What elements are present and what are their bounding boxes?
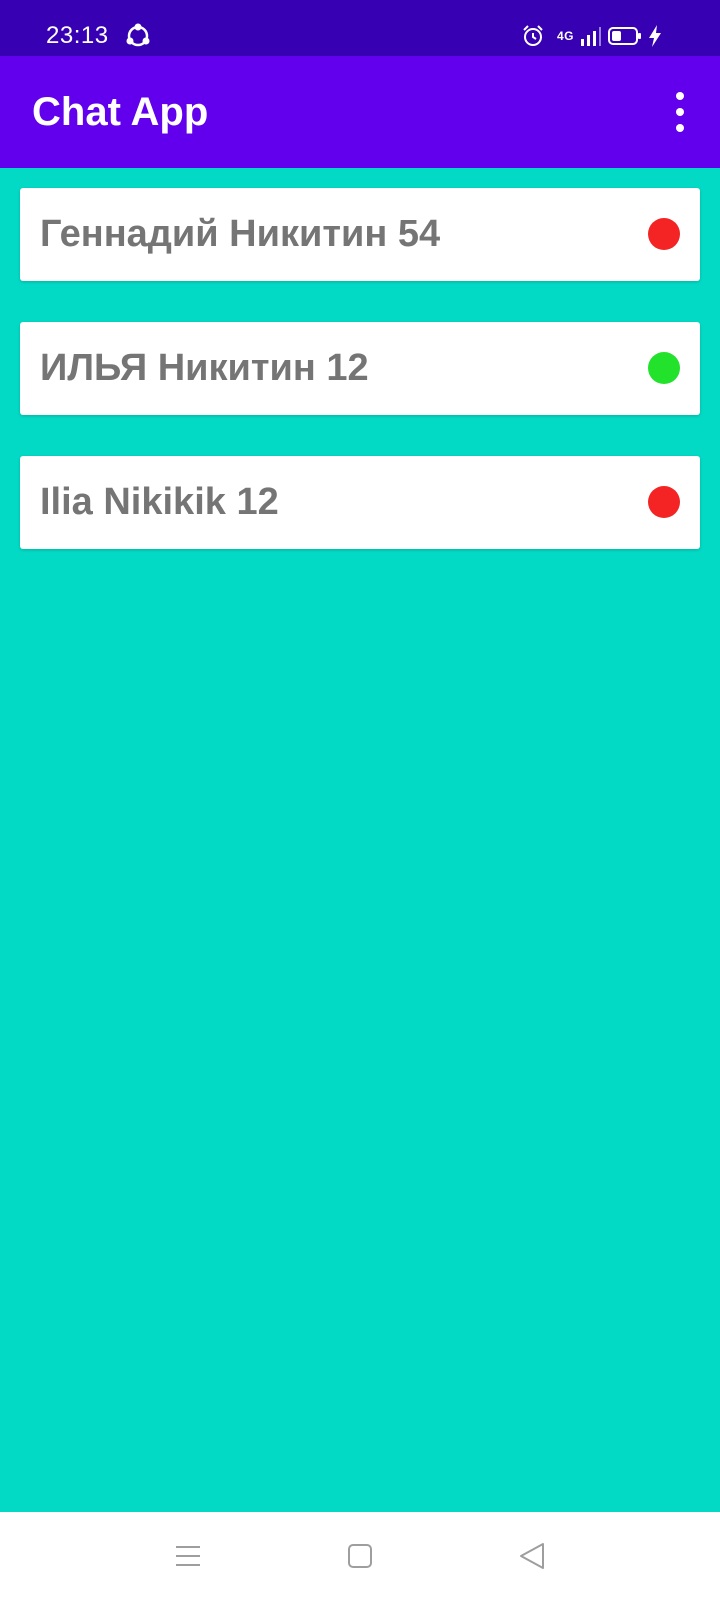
- status-icons: 4G: [521, 22, 662, 50]
- status-time: 23:13: [46, 22, 109, 49]
- user-name: Ilia Nikikik 12: [40, 481, 279, 523]
- app-title: Chat App: [32, 90, 209, 134]
- user-item[interactable]: Геннадий Никитин 54: [20, 188, 700, 281]
- status-indicator: [648, 486, 680, 518]
- navigation-bar: [0, 1512, 720, 1600]
- user-item[interactable]: ИЛЬЯ Никитин 12: [20, 322, 700, 415]
- user-name: ИЛЬЯ Никитин 12: [40, 347, 369, 389]
- battery-icon: [608, 27, 641, 45]
- sync-icon: [126, 23, 150, 47]
- network-type: 4G: [556, 29, 574, 43]
- status-indicator: [648, 218, 680, 250]
- status-indicator: [648, 352, 680, 384]
- recents-icon[interactable]: [162, 1530, 214, 1582]
- signal-icon: [581, 27, 601, 46]
- back-icon[interactable]: [506, 1530, 558, 1582]
- home-icon[interactable]: [334, 1530, 386, 1582]
- user-list: Геннадий Никитин 54 ИЛЬЯ Никитин 12 Ilia…: [20, 188, 700, 590]
- app-bar: Chat App: [0, 56, 720, 168]
- user-name: Геннадий Никитин 54: [40, 213, 441, 255]
- status-bar: 23:13 4G: [0, 0, 720, 56]
- more-vert-icon[interactable]: [668, 92, 692, 132]
- user-item[interactable]: Ilia Nikikik 12: [20, 456, 700, 549]
- charging-icon: [649, 25, 661, 47]
- alarm-icon: [523, 25, 543, 46]
